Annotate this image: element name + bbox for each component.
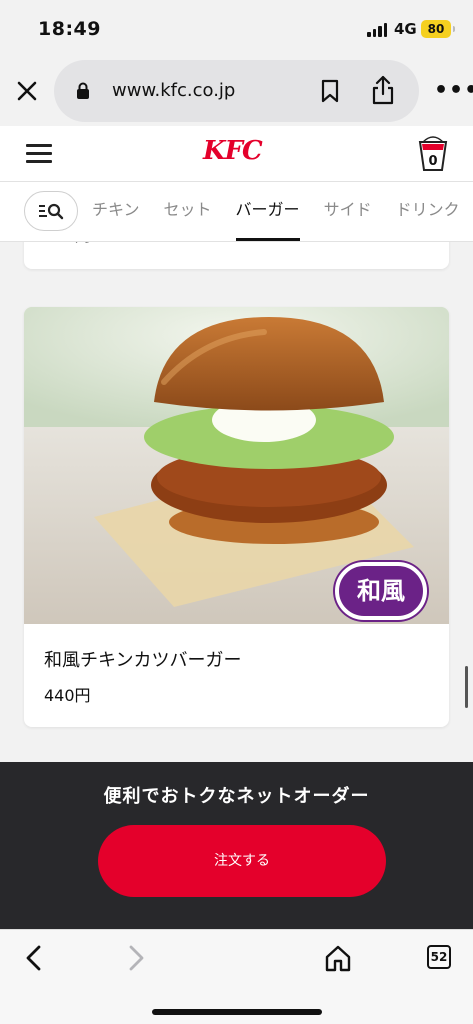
wafu-badge: 和風 [335, 562, 427, 620]
site-header: KFC 0 [0, 126, 473, 182]
more-options-icon[interactable]: ••• [434, 78, 473, 103]
burger-photo: 和風 [24, 307, 449, 624]
tab-burger[interactable]: バーガー [224, 182, 312, 242]
product-card[interactable]: 和風 和風チキンカツバーガー 440円 [24, 307, 449, 727]
item-name: 和風チキンカツバーガー [44, 650, 242, 671]
status-time: 18:49 [38, 18, 101, 40]
menu-icon[interactable] [26, 144, 52, 164]
cart-count: 0 [428, 154, 437, 169]
lock-icon [76, 82, 90, 104]
close-icon[interactable] [12, 76, 42, 106]
share-icon[interactable] [370, 74, 396, 110]
scrollbar[interactable] [465, 666, 468, 708]
search-icon [39, 203, 64, 220]
forward-icon[interactable] [124, 944, 148, 976]
kfc-logo[interactable]: KFC [203, 136, 263, 166]
home-indicator [152, 1009, 322, 1015]
status-bar: 18:49 4G 80 [0, 0, 473, 56]
url-text[interactable]: www.kfc.co.jp [112, 80, 235, 101]
category-tabs: チキン セット バーガー サイド ドリンク [92, 182, 472, 242]
bookmark-icon[interactable] [320, 79, 340, 107]
tab-drink[interactable]: ドリンク [384, 182, 472, 242]
tab-set[interactable]: セット [152, 182, 224, 242]
item-price: 440円 [44, 686, 91, 705]
back-icon[interactable] [22, 944, 46, 976]
tabs-count-button[interactable]: 52 [427, 945, 451, 969]
order-banner: 便利でおトクなネットオーダー 注文する [0, 762, 473, 929]
home-icon[interactable] [325, 944, 351, 976]
browser-toolbar: 52 [0, 929, 473, 1024]
web-page: 390円 和風 和風チキンカツバーガ [0, 126, 473, 762]
search-filter-button[interactable] [24, 191, 78, 231]
category-bar: チキン セット バーガー サイド ドリンク [0, 182, 473, 242]
tab-chicken[interactable]: チキン [92, 182, 152, 242]
signal-icon [367, 22, 387, 37]
order-banner-title: 便利でおトクなネットオーダー [103, 786, 370, 807]
cart-bucket-icon[interactable]: 0 [417, 134, 449, 172]
address-bar[interactable]: www.kfc.co.jp [54, 60, 419, 122]
browser-address-row: www.kfc.co.jp ••• [0, 56, 473, 126]
order-button[interactable]: 注文する [98, 825, 386, 897]
battery-icon: 80 [421, 20, 455, 38]
tab-side[interactable]: サイド [312, 182, 384, 242]
network-type: 4G [394, 20, 417, 38]
